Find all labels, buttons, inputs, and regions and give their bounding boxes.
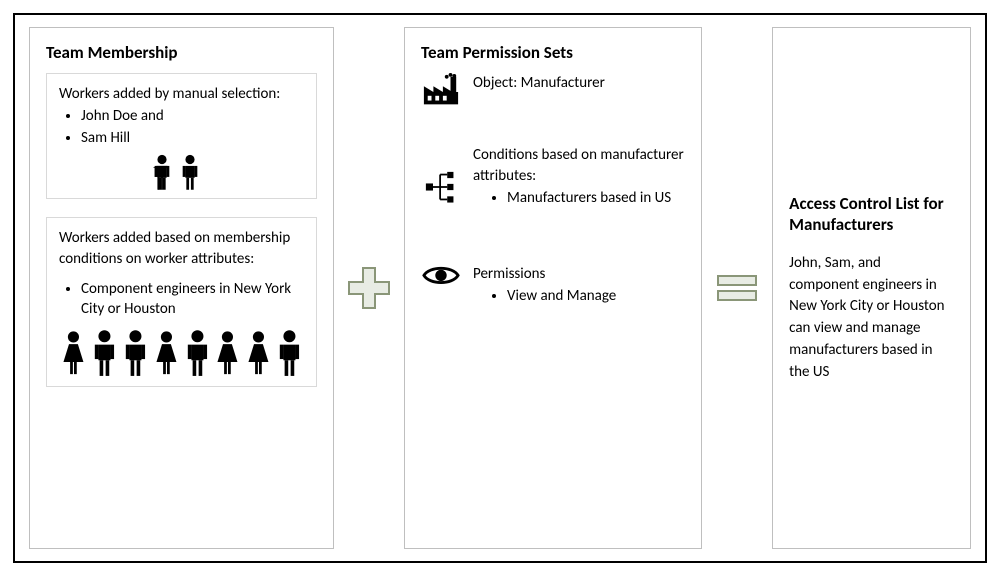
list-item: Manufacturers based in US (507, 188, 685, 208)
conditions-intro: Conditions based on manufacturer attribu… (473, 145, 685, 186)
permissions-list: View and Manage (473, 286, 616, 306)
condition-selection-intro: Workers added based on membership condit… (59, 228, 304, 269)
permissions-label: Permissions (473, 264, 616, 284)
manual-selection-intro: Workers added by manual selection: (59, 84, 304, 104)
person-icon (244, 329, 273, 377)
person-icon (59, 329, 88, 377)
panel-acl: Access Control List for Manufacturers Jo… (772, 27, 971, 549)
list-item: View and Manage (507, 286, 616, 306)
list-item: John Doe and (81, 106, 304, 126)
eye-icon (422, 264, 460, 287)
diagram-frame: Team Membership Workers added by manual … (13, 13, 987, 563)
plus-icon (346, 265, 392, 311)
person-icon (121, 329, 150, 377)
person-icon (275, 329, 304, 377)
equals-icon (714, 265, 760, 311)
conditions-list: Manufacturers based in US (473, 188, 685, 208)
panel-team-membership: Team Membership Workers added by manual … (29, 27, 334, 549)
person-icon (179, 154, 201, 191)
team-membership-title: Team Membership (46, 42, 317, 63)
person-icon (183, 329, 212, 377)
person-icon (90, 329, 119, 377)
person-icon (213, 329, 242, 377)
list-item: Component engineers in New York City or … (81, 279, 304, 320)
manual-people-icons (59, 154, 304, 191)
person-icon (152, 329, 181, 377)
permissions-row: Permissions View and Manage (421, 264, 685, 307)
list-item: Sam Hill (81, 128, 304, 148)
manual-selection-box: Workers added by manual selection: John … (46, 73, 317, 199)
condition-selection-box: Workers added based on membership condit… (46, 217, 317, 386)
hierarchy-icon (425, 171, 457, 203)
condition-selection-list: Component engineers in New York City or … (59, 279, 304, 320)
panel-permission-sets: Team Permission Sets Object: Manufacture… (404, 27, 702, 549)
condition-people-icons (59, 329, 304, 377)
conditions-row: Conditions based on manufacturer attribu… (421, 145, 685, 208)
permission-sets-title: Team Permission Sets (421, 42, 685, 63)
acl-title: Access Control List for Manufacturers (789, 193, 954, 235)
manual-selection-list: John Doe and Sam Hill (59, 106, 304, 148)
object-row: Object: Manufacturer (421, 73, 685, 105)
person-icon (151, 154, 173, 191)
acl-body: John, Sam, and component engineers in Ne… (789, 253, 954, 384)
object-label: Object: Manufacturer (473, 73, 605, 93)
factory-icon (422, 73, 460, 105)
